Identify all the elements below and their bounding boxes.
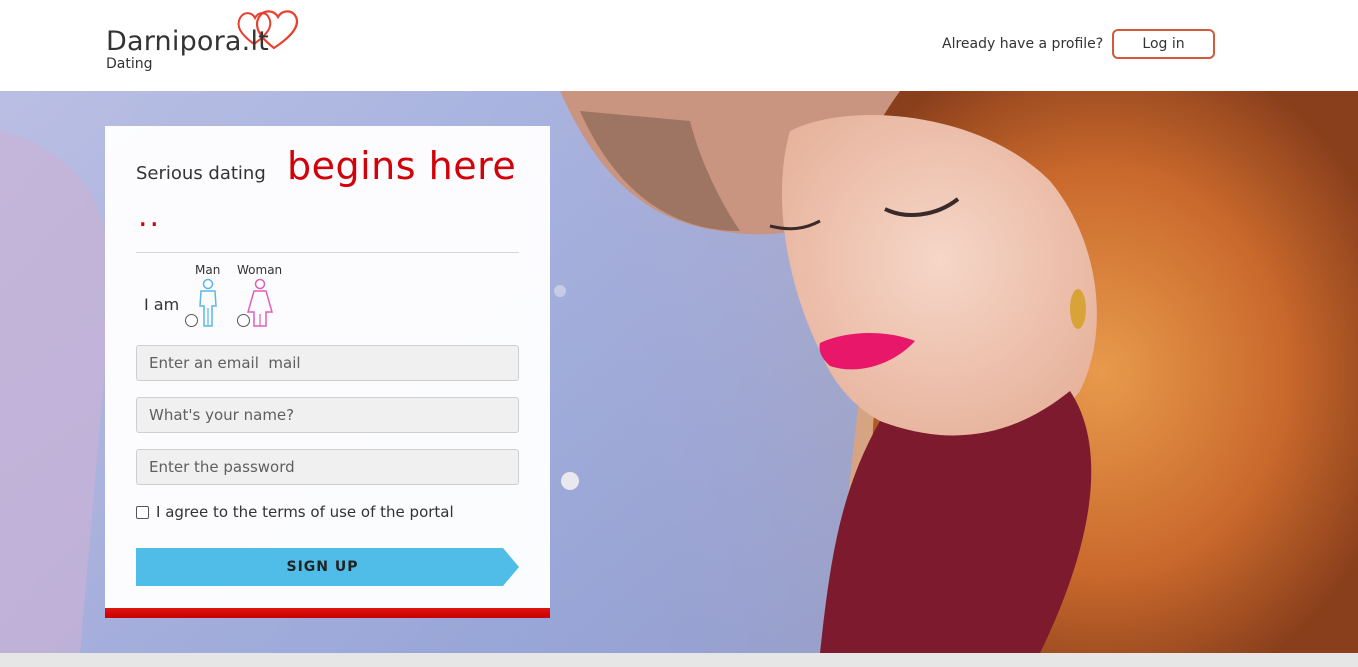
terms-label[interactable]: I agree to the terms of use of the porta…	[156, 503, 454, 521]
logo-subtitle: Dating	[106, 56, 153, 72]
email-input[interactable]	[136, 345, 519, 381]
page-bottom-strip	[0, 653, 1358, 667]
gender-man-radio[interactable]	[185, 314, 198, 327]
signup-label: SIGN UP	[286, 559, 359, 575]
site-logo[interactable]: Darnipora.lt Dating	[106, 10, 306, 77]
gender-woman-radio[interactable]	[237, 314, 250, 327]
divider	[136, 252, 519, 253]
signup-card-bottom-bar	[105, 608, 550, 618]
headline-dots: ..	[138, 199, 162, 234]
password-input[interactable]	[136, 449, 519, 485]
gender-woman-label: Woman	[237, 263, 283, 277]
headline-begins-here: begins here	[287, 144, 517, 188]
terms-checkbox[interactable]	[136, 506, 149, 519]
man-icon	[199, 278, 217, 327]
logo-title: Darnipora.lt	[106, 26, 269, 57]
gender-man-label: Man	[195, 263, 221, 277]
serious-dating-text: Serious dating	[136, 163, 266, 184]
already-have-profile-text: Already have a profile?	[942, 36, 1104, 52]
signup-card: Serious dating begins here .. I am Man W…	[105, 126, 550, 618]
name-input[interactable]	[136, 397, 519, 433]
login-button[interactable]: Log in	[1112, 29, 1215, 59]
signup-button[interactable]: SIGN UP	[136, 548, 519, 586]
site-header: Darnipora.lt Dating Already have a profi…	[0, 0, 1358, 91]
i-am-label: I am	[144, 295, 180, 314]
